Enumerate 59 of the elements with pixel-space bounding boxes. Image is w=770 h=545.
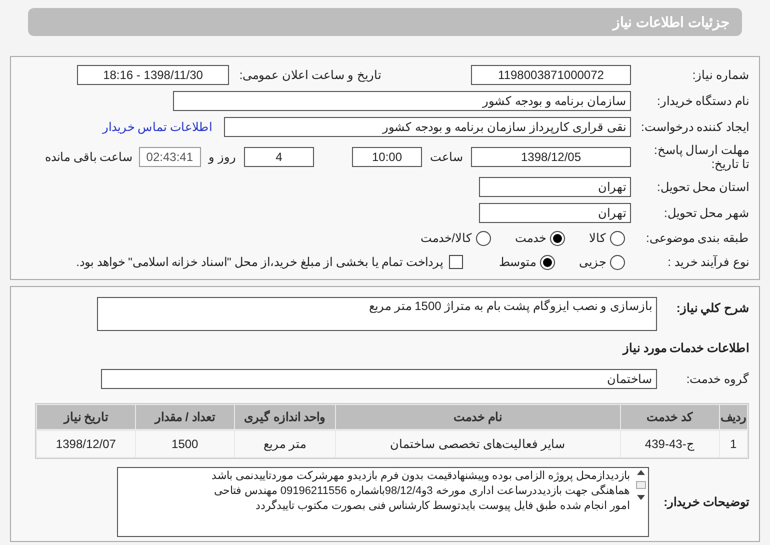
radio-button[interactable] [540, 254, 555, 270]
description-box: بازسازی و نصب ایزوگام پشت بام به متراژ 1500 متر مربع [97, 297, 657, 331]
radio-button[interactable] [550, 230, 565, 246]
radio-label: متوسط [499, 254, 536, 271]
column-header: تعداد / مقدار [136, 405, 234, 429]
radio-label: کالا [589, 230, 606, 247]
input-field[interactable]: 1398/12/05 [471, 147, 631, 167]
note-line: امور انجام شده طبق فایل پیوست بایدتوسط کارشناس فنی بصورت مکتوب تاییدگردد [254, 499, 630, 514]
page-header: جزئیات اطلاعات نیاز [28, 8, 742, 36]
field-label: گروه خدمت: [685, 371, 749, 388]
table-cell: 1 [720, 431, 747, 457]
field-label: نام دستگاه خریدار: [656, 93, 749, 110]
column-header: واحد اندازه گیری [234, 405, 335, 429]
table-cell: سایر فعالیت‌های تخصصی ساختمان [336, 431, 620, 457]
column-header: تاریخ نیاز [36, 405, 135, 429]
table-cell: متر مربع [234, 431, 335, 457]
field-label: توضیحات خریدار: [662, 494, 749, 511]
note-line: بازدیدازمحل پروژه الزامی بوده وپیشنهادقیمت بدون فرم بازدیدو مهرشرکت موردتاییدنمی باشد [211, 469, 630, 484]
radio-button[interactable] [476, 230, 491, 246]
field-label: شرح کلي نیاز: [675, 300, 749, 317]
column-header: ردیف [720, 405, 747, 429]
notes-box[interactable] [117, 467, 649, 537]
field-label: تاریخ و ساعت اعلان عمومی: [238, 67, 381, 84]
input-field[interactable]: ساختمان [101, 369, 657, 389]
note-line: هماهنگی جهت بازدیددرساعت اداری مورخه 3و98/12/4باشماره 09196211556 مهندس فتاحی [213, 484, 630, 499]
field-label: شماره نیاز: [691, 67, 749, 84]
field-label: تا تاریخ: [710, 157, 749, 171]
table-cell: 1500 [136, 431, 234, 457]
radio-label: کالا/خدمت [420, 230, 472, 247]
field-label: مهلت ارسال پاسخ: [652, 143, 749, 157]
input-field[interactable]: 1398/11/30 - 18:16 [77, 65, 229, 85]
field-label: ساعت باقی مانده [44, 149, 133, 166]
radio-label: جزیی [579, 254, 606, 271]
radio-button[interactable] [610, 254, 625, 270]
input-field[interactable]: 1198003871000072 [471, 65, 631, 85]
table-cell: ج-43-439 [620, 431, 719, 457]
field-label: شهر محل تحویل: [662, 205, 749, 222]
field-label: ساعت [430, 149, 463, 166]
checkbox[interactable] [449, 255, 463, 269]
column-header: کد خدمت [620, 405, 719, 429]
field-label: روز و [208, 149, 236, 166]
input-field[interactable]: 4 [244, 147, 314, 167]
field-label: نوع فرآیند خرید : [666, 254, 749, 271]
field-label: طبقه بندی موضوعی: [644, 230, 749, 247]
table-cell: 1398/12/07 [36, 431, 135, 457]
radio-button[interactable] [610, 230, 625, 246]
field-label: ایجاد کننده درخواست: [640, 120, 749, 134]
section-heading: اطلاعات خدمات مورد نیاز [621, 340, 749, 357]
input-field[interactable]: تهران [479, 203, 631, 223]
checkbox-label: پرداخت تمام یا بخشی از مبلغ خرید،از محل "اسناد خزانه اسلامی" خواهد بود. [76, 254, 443, 271]
radio-label: خدمت [515, 230, 546, 247]
input-field[interactable]: 10:00 [352, 147, 422, 167]
input-field[interactable]: سازمان برنامه و بودجه کشور [173, 91, 631, 111]
input-field[interactable]: نقی قراری کارپرداز سازمان برنامه و بودجه کشور [224, 117, 631, 137]
column-header: نام خدمت [336, 405, 620, 429]
contact-link[interactable]: اطلاعات تماس خریدار [102, 118, 212, 136]
countdown-field[interactable]: 02:43:41 [138, 147, 201, 167]
input-field[interactable]: تهران [479, 177, 631, 197]
field-label: استان محل تحویل: [656, 179, 749, 196]
